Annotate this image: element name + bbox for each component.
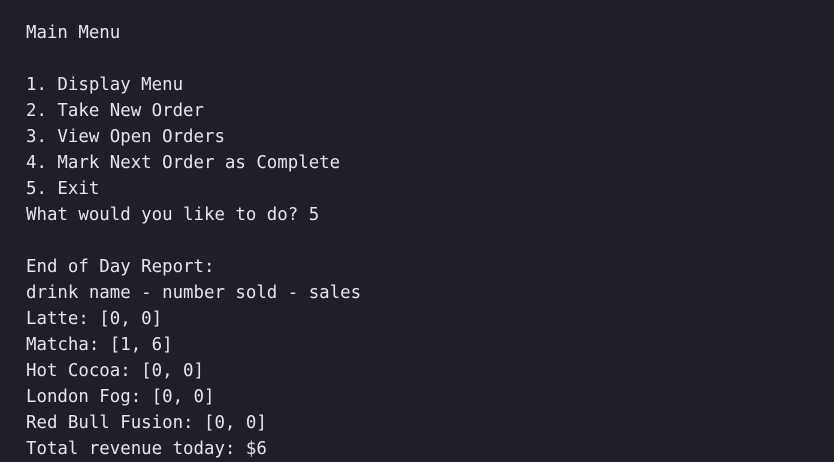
input-answer[interactable]: 5 (309, 205, 319, 225)
report-row-hot-cocoa: Hot Cocoa: [0, 0] (26, 361, 204, 381)
report-header: drink name - number sold - sales (26, 283, 362, 303)
menu-option-exit: 5. Exit (26, 179, 100, 199)
report-row-latte: Latte: [0, 0] (26, 309, 163, 329)
menu-option-view-orders: 3. View Open Orders (26, 127, 225, 147)
input-prompt-line[interactable]: What would you like to do? 5 (26, 202, 834, 228)
report-row-london-fog: London Fog: [0, 0] (26, 387, 215, 407)
menu-option-display: 1. Display Menu (26, 75, 184, 95)
menu-option-complete: 4. Mark Next Order as Complete (26, 153, 341, 173)
report-title: End of Day Report: (26, 257, 215, 277)
report-total: Total revenue today: $6 (26, 439, 267, 459)
terminal-output: Main Menu 1. Display Menu 2. Take New Or… (0, 0, 834, 462)
input-prompt: What would you like to do? (26, 205, 309, 225)
menu-option-take-order: 2. Take New Order (26, 101, 204, 121)
menu-title: Main Menu (26, 23, 121, 43)
report-row-matcha: Matcha: [1, 6] (26, 335, 173, 355)
report-row-red-bull-fusion: Red Bull Fusion: [0, 0] (26, 413, 267, 433)
